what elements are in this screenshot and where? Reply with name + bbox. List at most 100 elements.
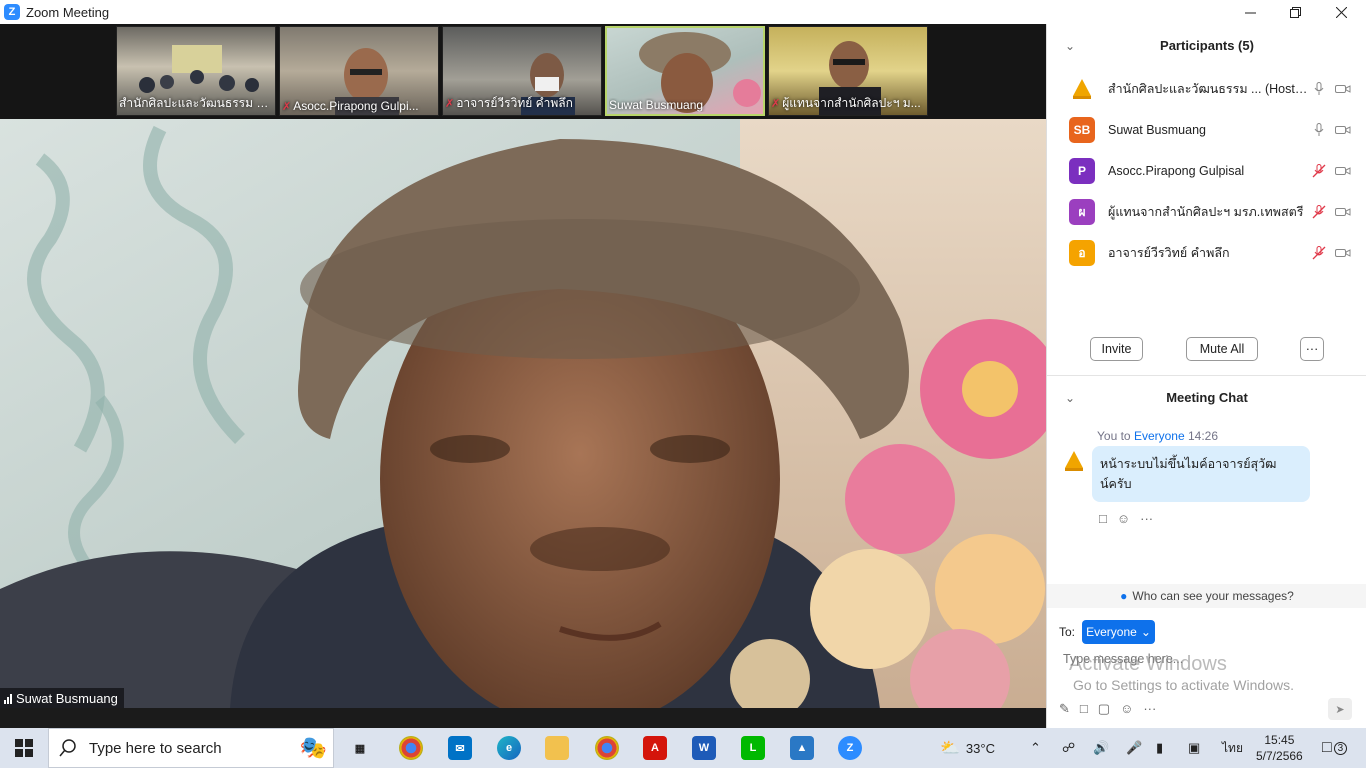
mic-muted-icon: ✗ <box>282 101 292 113</box>
mute-all-button[interactable]: Mute All <box>1186 337 1258 361</box>
section-divider <box>1047 375 1366 376</box>
video-icon[interactable] <box>1335 204 1351 220</box>
meeting-controls-bar <box>0 708 1046 728</box>
host-logo-icon <box>1073 79 1091 99</box>
sender-avatar <box>1061 448 1087 474</box>
zoom-taskbar-icon[interactable]: Z <box>838 736 862 760</box>
edge-icon[interactable]: e <box>497 736 521 760</box>
video-thumbnail[interactable]: ✗ Asocc.Pirapong Gulpi... <box>279 26 439 116</box>
chat-toolbar: ✎ □ ▢ ☺ ··· <box>1059 701 1156 717</box>
minimize-button[interactable] <box>1227 0 1273 24</box>
photos-icon[interactable]: ▲ <box>790 736 814 760</box>
notification-center[interactable]: □ 3 <box>1322 728 1348 768</box>
emoji-reaction-icon[interactable]: ☺ <box>1117 511 1130 526</box>
speaker-name: Suwat Busmuang <box>16 691 118 706</box>
chrome-profile-icon[interactable] <box>595 736 619 760</box>
line-icon[interactable]: L <box>741 736 765 760</box>
avatar: ผ <box>1069 199 1095 225</box>
mail-icon[interactable]: ✉ <box>448 736 472 760</box>
video-icon[interactable] <box>1335 245 1351 261</box>
avatar: P <box>1069 158 1095 184</box>
avatar: SB <box>1069 117 1095 143</box>
invite-button[interactable]: Invite <box>1090 337 1143 361</box>
recipient-dropdown[interactable]: Everyone ⌄ <box>1082 620 1155 644</box>
signal-strength-icon <box>4 693 12 704</box>
chrome-icon[interactable] <box>399 736 423 760</box>
window-title: Zoom Meeting <box>26 4 110 20</box>
battery-icon[interactable]: ▮ <box>1156 728 1163 768</box>
restore-button[interactable] <box>1272 0 1318 24</box>
thumbnail-name: Suwat Busmuang <box>609 98 704 112</box>
mic-icon[interactable] <box>1311 81 1327 97</box>
participant-name: ผู้แทนจากสำนักศิลปะฯ มรภ.เทพสตรี <box>1108 205 1304 219</box>
video-icon[interactable] <box>1335 163 1351 179</box>
more-actions-icon[interactable]: ··· <box>1140 511 1153 526</box>
message-actions: □ ☺ ··· <box>1099 511 1153 526</box>
mic-muted-icon: ✗ <box>771 98 781 110</box>
mic-muted-icon: ✗ <box>445 98 455 110</box>
video-icon[interactable] <box>1335 81 1351 97</box>
mic-muted-icon[interactable] <box>1311 204 1327 220</box>
word-icon[interactable]: W <box>692 736 716 760</box>
video-thumbnail[interactable]: สำนักศิลปะและวัฒนธรรม มห... <box>116 26 276 116</box>
task-view-icon[interactable]: ▦ <box>348 736 372 760</box>
more-options-button[interactable]: ··· <box>1300 337 1324 361</box>
title-bar: Z Zoom Meeting <box>0 0 1366 24</box>
speaker-video-feed <box>0 119 1046 709</box>
search-icon <box>59 739 76 757</box>
restore-icon <box>1289 6 1301 18</box>
thumbnail-strip: สำนักศิลปะและวัฒนธรรม มห... ✗ Asocc.Pirap… <box>0 24 1046 119</box>
chat-message-meta: You to Everyone 14:26 <box>1097 429 1219 443</box>
language-indicator[interactable]: ไทย <box>1222 728 1243 768</box>
display-icon[interactable]: ▣ <box>1188 728 1200 768</box>
avatar: อ <box>1069 240 1095 266</box>
send-button[interactable]: ➤ <box>1328 698 1352 720</box>
zoom-logo-icon: Z <box>4 4 20 20</box>
thumbnail-name: ✗ ผู้แทนจากสำนักศิลปะฯ ม... <box>771 96 921 110</box>
weather-icon: ⛅ <box>940 740 960 757</box>
screenshot-icon[interactable]: □ <box>1080 701 1088 717</box>
emoji-icon[interactable]: ☺ <box>1120 701 1133 717</box>
notification-icon: □ <box>1322 739 1332 756</box>
chat-recipient: Everyone <box>1133 429 1185 443</box>
video-thumbnail[interactable]: ✗ อาจารย์วีรวิทย์ คำพลึก <box>442 26 602 116</box>
volume-icon[interactable]: 🔊 <box>1093 728 1109 768</box>
participants-header: Participants (5) <box>1160 38 1254 53</box>
reply-icon[interactable]: □ <box>1099 511 1107 526</box>
person-icon: ● <box>1120 589 1128 603</box>
to-label: To: <box>1059 625 1076 639</box>
main-speaker-video: Suwat Busmuang <box>0 119 1046 709</box>
chat-message-bubble[interactable]: หน้าระบบไม่ขึ้นไมค์อาจารย์สุวัฒ น์ครับ <box>1092 446 1310 502</box>
network-icon[interactable]: ☍ <box>1062 728 1075 768</box>
weather-widget[interactable]: ⛅ 33°C <box>940 728 995 768</box>
file-explorer-icon[interactable] <box>545 736 569 760</box>
clock[interactable]: 15:45 5/7/2566 <box>1256 728 1303 768</box>
activate-windows-watermark: Activate Windows <box>1069 653 1227 675</box>
chevron-down-icon: ⌄ <box>1140 625 1151 639</box>
file-icon[interactable]: ▢ <box>1098 701 1110 717</box>
search-highlight-icon: 🎭 <box>299 735 327 760</box>
participant-name: อาจารย์วีรวิทย์ คำพลึก <box>1108 246 1230 260</box>
thumbnail-name: สำนักศิลปะและวัฒนธรรม มห... <box>119 96 273 110</box>
close-icon <box>1335 6 1347 18</box>
video-thumbnail[interactable]: ✗ ผู้แทนจากสำนักศิลปะฯ ม... <box>768 26 928 116</box>
mic-muted-icon[interactable] <box>1311 245 1327 261</box>
participant-name: สำนักศิลปะและวัฒนธรรม ... (Host, me) <box>1108 82 1308 96</box>
activate-windows-watermark-sub: Go to Settings to activate Windows. <box>1073 677 1294 693</box>
format-icon[interactable]: ✎ <box>1059 701 1070 717</box>
search-placeholder: Type here to search <box>89 739 222 757</box>
more-icon[interactable]: ··· <box>1143 701 1156 717</box>
video-thumbnail-active[interactable]: Suwat Busmuang <box>605 26 765 116</box>
tray-chevron-icon[interactable]: ⌃ <box>1030 728 1041 768</box>
who-can-see-link[interactable]: ● Who can see your messages? <box>1047 584 1366 608</box>
close-button[interactable] <box>1318 0 1364 24</box>
video-icon[interactable] <box>1335 122 1351 138</box>
thumbnail-name: ✗ อาจารย์วีรวิทย์ คำพลึก <box>445 96 573 110</box>
start-button[interactable] <box>0 728 48 768</box>
acrobat-icon[interactable]: A <box>643 736 667 760</box>
mic-icon[interactable] <box>1311 122 1327 138</box>
mic-muted-icon[interactable] <box>1311 163 1327 179</box>
microphone-icon[interactable]: 🎤 <box>1126 728 1142 768</box>
taskbar-search[interactable]: Type here to search 🎭 <box>48 728 334 768</box>
windows-logo-icon <box>15 739 33 757</box>
